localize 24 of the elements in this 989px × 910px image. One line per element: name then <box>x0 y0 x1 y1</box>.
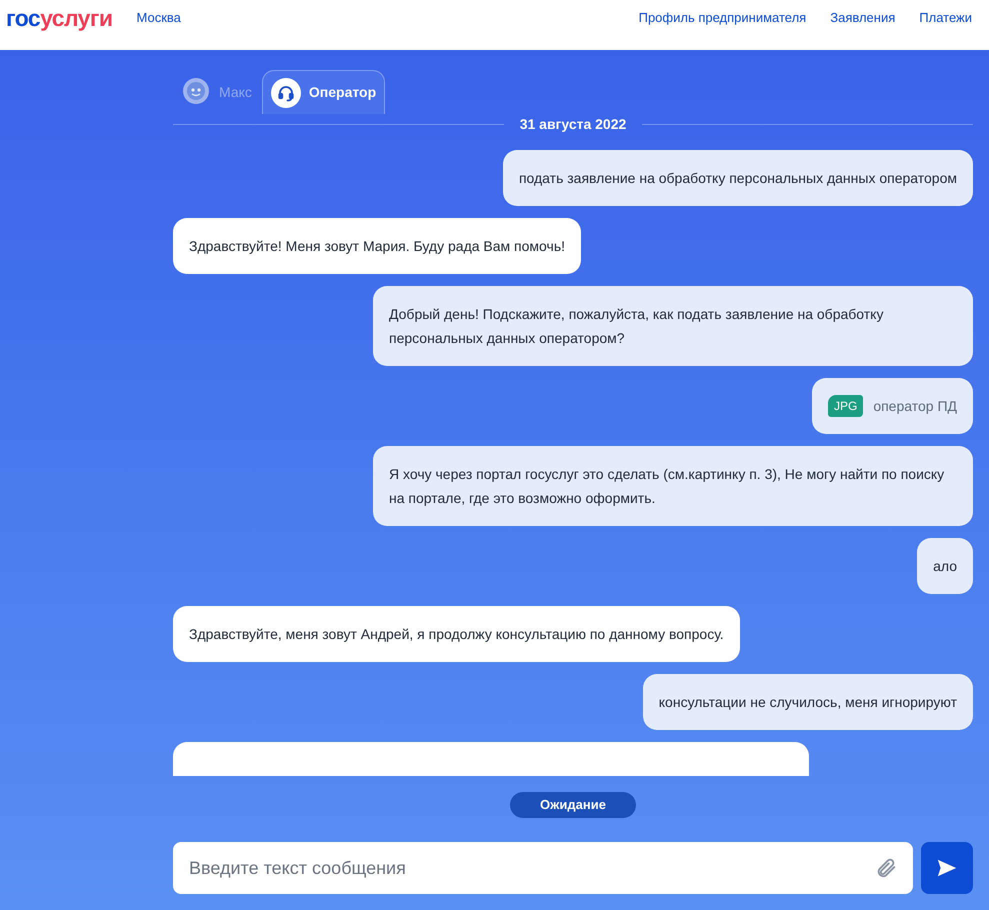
file-type-badge: JPG <box>828 395 864 417</box>
sent-message: Добрый день! Подскажите, пожалуйста, как подать заявление на обработку персональных данных оператором? <box>373 286 973 366</box>
received-message: Здравствуйте, меня зовут Андрей, я продолжу консультацию по данному вопросу. <box>173 606 740 662</box>
sent-message: ало <box>917 538 973 594</box>
status-badge: Ожидание <box>510 792 636 818</box>
date-label: 31 августа 2022 <box>518 114 628 134</box>
nav-link[interactable]: Платежи <box>919 8 972 28</box>
attachment-bubble[interactable]: JPG оператор ПД <box>812 378 973 434</box>
site-logo[interactable]: госуслуги <box>6 6 112 30</box>
sent-message: Я хочу через портал госуслуг это сделать (см.картинку п. 3), Не могу найти по поиску на портале, где это возможно оформить. <box>373 446 973 526</box>
chat-tab[interactable]: Оператор <box>262 70 386 114</box>
send-button[interactable] <box>921 842 973 894</box>
received-message: Здравствуйте! Меня зовут Мария. Буду рада Вам помочь! <box>173 218 581 274</box>
sent-message: консультации не случилось, меня игнорируют <box>642 674 973 730</box>
nav-link[interactable]: Заявления <box>830 8 896 28</box>
paperclip-icon[interactable] <box>875 857 897 879</box>
message-input[interactable]: Введите текст сообщения <box>173 842 913 894</box>
nav-link[interactable]: Профиль предпринимателя <box>638 8 806 28</box>
file-name: оператор ПД <box>873 396 957 416</box>
headset-icon <box>276 84 295 102</box>
send-icon <box>936 857 958 879</box>
sent-message: подать заявление на обработку персональных данных оператором <box>502 150 973 206</box>
robot-face-icon <box>181 77 211 107</box>
city-link[interactable]: Москва <box>136 8 181 28</box>
